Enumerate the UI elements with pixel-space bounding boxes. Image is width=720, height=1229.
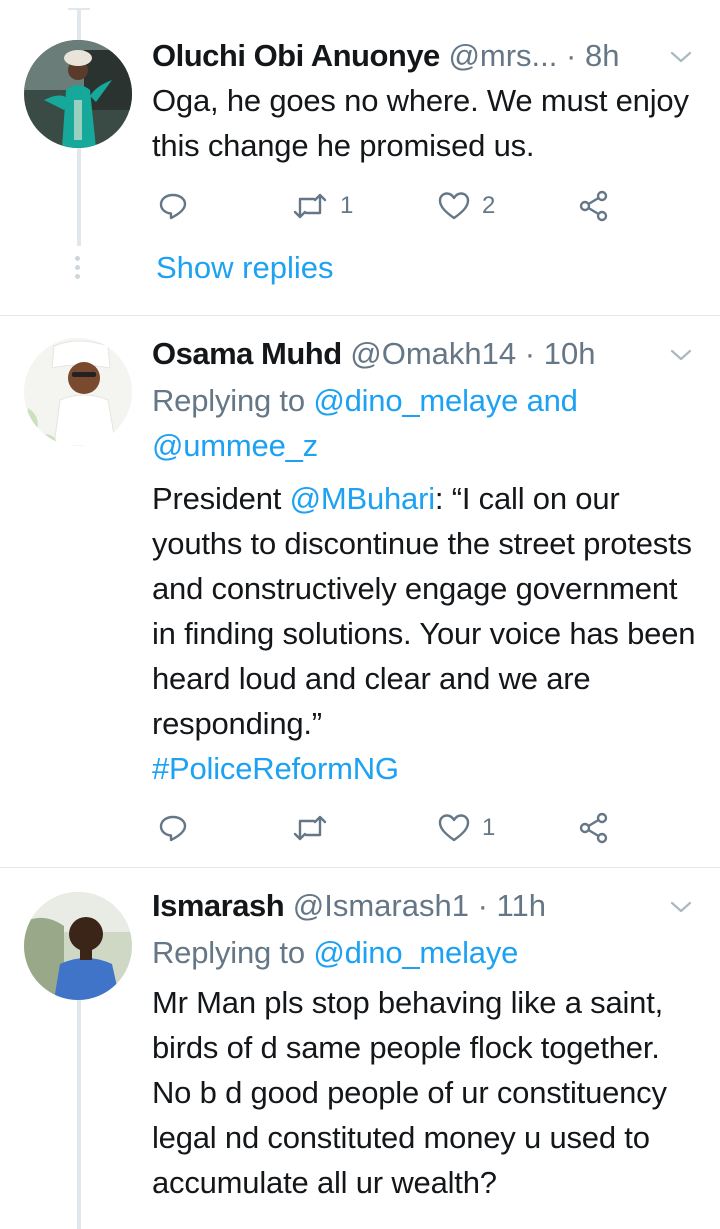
thread-dots	[74, 256, 82, 283]
tweet-osama[interactable]: Osama Muhd @Omakh14 · 10h Replying to @d…	[0, 316, 720, 868]
tweet-text: Mr Man pls stop behaving like a saint, b…	[152, 985, 667, 1200]
tweet-ismarash[interactable]: Ismarash @Ismarash1 · 11h Replying to @d…	[0, 868, 720, 1229]
thread-line	[77, 998, 81, 1229]
tweet-header: Oluchi Obi Anuonye @mrs... · 8h	[152, 36, 700, 76]
tweet-oluchi[interactable]: Oluchi Obi Anuonye @mrs... · 8h Oga, he …	[0, 0, 720, 316]
display-name[interactable]: Osama Muhd	[152, 336, 342, 371]
avatar[interactable]	[24, 338, 132, 446]
tweet-text: President @MBuhari: “I call on our youth…	[152, 476, 700, 791]
like-icon	[438, 814, 470, 842]
share-icon	[579, 190, 608, 222]
mention-link[interactable]: @MBuhari	[290, 481, 436, 516]
like-button[interactable]: 2	[438, 184, 495, 228]
reply-icon	[159, 815, 187, 842]
user-handle[interactable]: @mrs...	[448, 38, 557, 73]
replying-and-label[interactable]: and	[518, 383, 578, 418]
replying-to-label: Replying to	[152, 935, 314, 970]
tweet-header: Osama Muhd @Omakh14 · 10h	[152, 334, 700, 374]
tweet-actions: 1 2	[152, 184, 632, 228]
chevron-down-icon[interactable]	[668, 894, 694, 920]
retweet-icon	[293, 193, 327, 219]
timestamp[interactable]: 8h	[585, 38, 619, 73]
thread-top	[68, 8, 90, 10]
timestamp[interactable]: 11h	[497, 888, 546, 923]
retweet-icon	[293, 815, 327, 841]
display-name[interactable]: Ismarash	[152, 888, 285, 923]
tweet-header: Ismarash @Ismarash1 · 11h	[152, 886, 700, 926]
show-replies-link[interactable]: Show replies	[156, 250, 333, 286]
replying-to: Replying to @dino_melaye	[152, 930, 700, 975]
mention-link[interactable]: @dino_melaye	[313, 935, 518, 970]
avatar[interactable]	[24, 40, 132, 148]
replying-to-label: Replying to	[152, 383, 314, 418]
hashtag-link[interactable]: #PoliceReformNG	[152, 751, 399, 786]
reply-button[interactable]	[158, 806, 188, 850]
avatar[interactable]	[24, 892, 132, 1000]
reply-icon	[159, 193, 187, 220]
separator-dot: ·	[557, 38, 585, 73]
like-button[interactable]: 1	[438, 806, 495, 850]
retweet-button[interactable]: 1	[292, 184, 353, 228]
retweet-count: 1	[340, 192, 354, 219]
retweet-button[interactable]	[292, 806, 340, 850]
separator-dot: ·	[516, 336, 544, 371]
tweet-actions: 1	[152, 806, 632, 850]
display-name[interactable]: Oluchi Obi Anuonye	[152, 38, 440, 73]
share-button[interactable]	[578, 806, 610, 850]
like-count: 2	[482, 192, 496, 219]
tweet-text-body: : “I call on our youths to discontinue t…	[152, 481, 696, 741]
reply-button[interactable]	[158, 184, 188, 228]
timestamp[interactable]: 10h	[544, 336, 596, 371]
tweet-text: Oga, he goes no where. We must enjoy thi…	[152, 83, 689, 163]
chevron-down-icon[interactable]	[668, 342, 694, 368]
mention-link[interactable]: @ummee_z	[152, 428, 318, 463]
share-button[interactable]	[578, 184, 610, 228]
like-count: 1	[482, 814, 496, 841]
user-handle[interactable]: @Ismarash1	[293, 888, 469, 923]
tweet-text-prefix: President	[152, 481, 290, 516]
mention-link[interactable]: @dino_melaye	[313, 383, 518, 418]
replying-to: Replying to @dino_melaye and @ummee_z	[152, 378, 700, 468]
chevron-down-icon[interactable]	[668, 44, 694, 70]
separator-dot: ·	[468, 888, 497, 923]
like-icon	[438, 192, 470, 220]
user-handle[interactable]: @Omakh14	[350, 336, 516, 371]
share-icon	[579, 812, 608, 844]
